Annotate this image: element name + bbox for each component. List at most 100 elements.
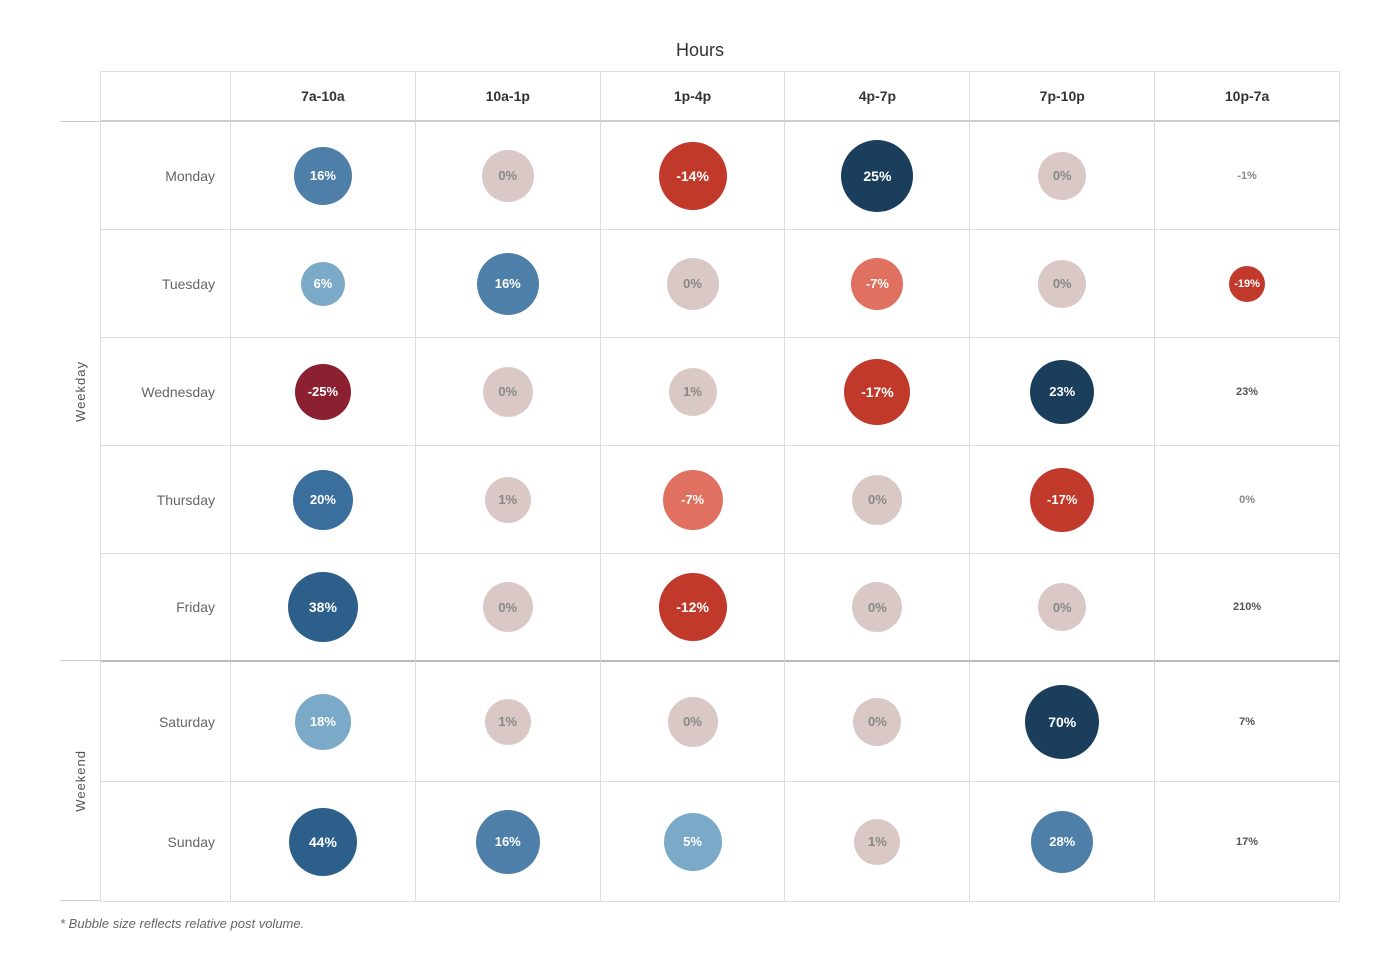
day-text-wednesday: Wednesday <box>141 384 215 400</box>
day-text-friday: Friday <box>176 599 215 615</box>
bubble-wednesday-col3: -17% <box>844 359 910 425</box>
bubble-text-wednesday-col1: 0% <box>498 384 517 399</box>
header-label-1p-4p: 1p-4p <box>674 88 711 104</box>
cell-friday-col5: 210% <box>1155 554 1340 662</box>
bubble-text-monday-col4: 0% <box>1053 168 1072 183</box>
bubble-text-wednesday-col2: 1% <box>683 384 702 399</box>
cell-thursday-col4: -17% <box>970 446 1155 554</box>
bubble-friday-col0: 38% <box>288 572 358 642</box>
bubble-friday-col2: -12% <box>659 573 727 641</box>
bubble-monday-col4: 0% <box>1038 152 1086 200</box>
header-label-4p-7p: 4p-7p <box>859 88 896 104</box>
group-label-weekday: Weekday <box>60 121 100 661</box>
table-wrapper: Weekday Weekend 7a-10a 10a-1p 1p-4p 4p-7p 7p-… <box>60 71 1340 902</box>
cell-saturday-col1: 1% <box>416 662 601 782</box>
header-4p-7p: 4p-7p <box>785 72 970 122</box>
day-text-thursday: Thursday <box>157 492 215 508</box>
day-label-saturday: Saturday <box>101 662 231 782</box>
bubble-text-friday-col4: 0% <box>1053 600 1072 615</box>
bubble-text-sunday-col1: 16% <box>495 834 521 849</box>
day-text-monday: Monday <box>165 168 215 184</box>
header-label-7a-10a: 7a-10a <box>301 88 345 104</box>
bubble-saturday-col5: 7% <box>1230 705 1264 739</box>
cell-wednesday-col2: 1% <box>601 338 786 446</box>
main-grid: 7a-10a 10a-1p 1p-4p 4p-7p 7p-10p 10p-7a Monday… <box>100 71 1340 902</box>
bubble-thursday-col2: -7% <box>663 470 723 530</box>
group-label-weekend: Weekend <box>60 661 100 901</box>
group-label-text-weekday: Weekday <box>73 361 88 422</box>
day-label-sunday: Sunday <box>101 782 231 902</box>
corner-cell <box>101 72 231 122</box>
day-label-tuesday: Tuesday <box>101 230 231 338</box>
cell-tuesday-col0: 6% <box>231 230 416 338</box>
chart-container: Hours WeekdayWeekend 7a-10a10a-1p1p-4p4p… <box>30 20 1370 951</box>
cell-thursday-col5: 0% <box>1155 446 1340 554</box>
day-label-monday: Monday <box>101 122 231 230</box>
cell-tuesday-col5: -19% <box>1155 230 1340 338</box>
day-label-thursday: Thursday <box>101 446 231 554</box>
cell-monday-col4: 0% <box>970 122 1155 230</box>
bubble-text-wednesday-col4: 23% <box>1049 384 1075 399</box>
cell-monday-col1: 0% <box>416 122 601 230</box>
header-7a-10a: 7a-10a <box>231 72 416 122</box>
bubble-text-thursday-col4: -17% <box>1047 492 1077 507</box>
cell-sunday-col1: 16% <box>416 782 601 902</box>
group-label-text-weekend: Weekend <box>73 750 88 812</box>
bubble-wednesday-col4: 23% <box>1030 360 1094 424</box>
cell-tuesday-col4: 0% <box>970 230 1155 338</box>
cell-wednesday-col0: -25% <box>231 338 416 446</box>
bubble-sunday-col1: 16% <box>476 810 540 874</box>
bubble-sunday-col5: 17% <box>1230 825 1264 859</box>
day-text-sunday: Sunday <box>168 834 215 850</box>
bubble-text-friday-col2: -12% <box>676 599 709 615</box>
bubble-text-saturday-col5: 7% <box>1239 716 1255 728</box>
bubble-text-thursday-col3: 0% <box>868 492 887 507</box>
cell-sunday-col2: 5% <box>601 782 786 902</box>
bubble-text-sunday-col3: 1% <box>868 834 887 849</box>
cell-wednesday-col3: -17% <box>785 338 970 446</box>
bubble-friday-col1: 0% <box>483 582 533 632</box>
bubble-saturday-col2: 0% <box>668 697 718 747</box>
bubble-monday-col2: -14% <box>659 142 727 210</box>
bubble-text-thursday-col0: 20% <box>310 492 336 507</box>
bubble-thursday-col5: 0% <box>1231 484 1263 516</box>
bubble-friday-col3: 0% <box>852 582 902 632</box>
cell-monday-col2: -14% <box>601 122 786 230</box>
bubble-text-tuesday-col0: 6% <box>314 276 333 291</box>
cell-tuesday-col2: 0% <box>601 230 786 338</box>
cell-saturday-col5: 7% <box>1155 662 1340 782</box>
day-text-tuesday: Tuesday <box>162 276 215 292</box>
header-10p-7a: 10p-7a <box>1155 72 1340 122</box>
header-label-10a-1p: 10a-1p <box>486 88 530 104</box>
header-10a-1p: 10a-1p <box>416 72 601 122</box>
cell-thursday-col3: 0% <box>785 446 970 554</box>
header-label-10p-7a: 10p-7a <box>1225 88 1269 104</box>
bubble-monday-col5: -1% <box>1232 161 1262 191</box>
cell-friday-col3: 0% <box>785 554 970 662</box>
bubble-saturday-col4: 70% <box>1025 685 1099 759</box>
bubble-text-thursday-col2: -7% <box>681 492 704 507</box>
cell-thursday-col0: 20% <box>231 446 416 554</box>
cell-friday-col2: -12% <box>601 554 786 662</box>
header-7p-10p: 7p-10p <box>970 72 1155 122</box>
bubble-tuesday-col5: -19% <box>1229 266 1265 302</box>
cell-monday-col5: -1% <box>1155 122 1340 230</box>
bubble-saturday-col1: 1% <box>485 699 531 745</box>
bubble-text-sunday-col0: 44% <box>309 834 337 850</box>
bubble-text-tuesday-col5: -19% <box>1234 278 1260 290</box>
bubble-text-sunday-col4: 28% <box>1049 834 1075 849</box>
day-label-friday: Friday <box>101 554 231 662</box>
bubble-saturday-col3: 0% <box>853 698 901 746</box>
bubble-text-saturday-col4: 70% <box>1048 714 1076 730</box>
cell-saturday-col4: 70% <box>970 662 1155 782</box>
cell-sunday-col3: 1% <box>785 782 970 902</box>
bubble-text-tuesday-col4: 0% <box>1053 276 1072 291</box>
header-1p-4p: 1p-4p <box>601 72 786 122</box>
bubble-text-wednesday-col0: -25% <box>308 384 338 399</box>
bubble-text-monday-col5: -1% <box>1237 170 1257 182</box>
bubble-text-monday-col1: 0% <box>498 168 517 183</box>
bubble-text-saturday-col2: 0% <box>683 714 702 729</box>
bubble-sunday-col4: 28% <box>1031 811 1093 873</box>
cell-friday-col0: 38% <box>231 554 416 662</box>
bubble-friday-col5: 210% <box>1231 591 1263 623</box>
